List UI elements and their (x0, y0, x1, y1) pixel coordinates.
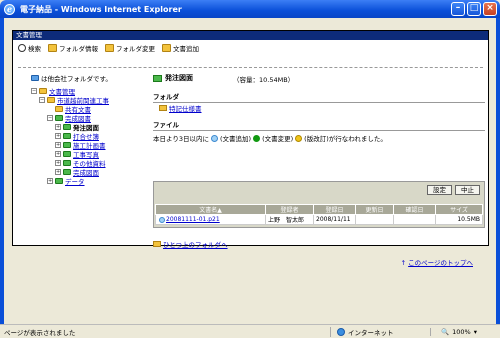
folder-icon (159, 105, 167, 111)
folder-icon (55, 105, 63, 112)
expand-icon[interactable]: + (55, 159, 61, 166)
zoom-control[interactable]: 🔍 100% ▾ (430, 327, 477, 336)
search-icon (18, 44, 26, 52)
close-button[interactable]: × (483, 2, 497, 16)
collapse-icon[interactable]: − (31, 87, 37, 94)
up-folder-link[interactable]: ひとつ上のフォルダへ (153, 239, 228, 249)
doc-management-panel: 文書管理 検索 フォルダ情報 フォルダ変更 文書追加 は他会社フォルダです。 −… (12, 30, 489, 267)
folder-icon (153, 74, 162, 82)
folder-icon (47, 96, 55, 103)
tree-item-data[interactable]: + データ (47, 176, 85, 186)
stop-button[interactable]: 中止 (455, 185, 480, 195)
file-link[interactable]: 20081111-01.p21 (166, 216, 220, 223)
maximize-button[interactable]: □ (467, 2, 481, 16)
folder-icon (63, 132, 71, 139)
document-add-icon (162, 44, 171, 52)
tree-legend: は他会社フォルダです。 (31, 73, 112, 83)
revision-marker-icon (295, 134, 303, 142)
panel-header: 文書管理 (13, 31, 488, 40)
expand-icon[interactable]: + (55, 168, 61, 175)
subfolder-link[interactable]: 特記仕様書 (159, 103, 202, 113)
expand-icon[interactable]: + (55, 150, 61, 157)
window-title: 電子納品 - Windows Internet Explorer (20, 4, 182, 14)
col-size[interactable]: サイズ (435, 204, 483, 215)
expand-icon[interactable]: + (55, 123, 61, 130)
collapse-icon[interactable]: − (39, 96, 45, 103)
minimize-button[interactable]: – (451, 2, 465, 16)
add-marker-icon (211, 134, 219, 142)
file-list: 設定 中止 文書名▲ 登録者 登録日 更新日 確認日 サイズ 20081111-… (153, 181, 485, 228)
page-title: 発注図面 (153, 73, 193, 83)
zoom-icon: 🔍 (441, 327, 450, 336)
search-button[interactable]: 検索 (18, 43, 41, 53)
col-reg[interactable]: 登録日 (313, 204, 356, 215)
file-table: 文書名▲ 登録者 登録日 更新日 確認日 サイズ 20081111-01.p21… (155, 204, 483, 225)
change-marker-icon (253, 134, 261, 142)
folder-info-button[interactable]: フォルダ情報 (48, 43, 98, 53)
folder-icon (63, 123, 71, 130)
expand-icon[interactable]: + (55, 132, 61, 139)
folder-up-icon (153, 241, 161, 247)
folder-change-button[interactable]: フォルダ変更 (105, 43, 155, 53)
divider (18, 67, 483, 68)
status-text: ページが表示されました (4, 328, 76, 337)
arrow-up-icon: ↑ (400, 259, 407, 267)
folder-icon (63, 168, 71, 175)
new-doc-icon (159, 216, 165, 223)
expand-icon[interactable]: + (47, 177, 53, 184)
folder-icon (55, 177, 63, 184)
col-chk[interactable]: 確認日 (393, 204, 436, 215)
col-owner[interactable]: 登録者 (265, 204, 314, 215)
expand-icon[interactable]: + (55, 141, 61, 148)
folder-icon (63, 141, 71, 148)
page-top-link[interactable]: ↑ このページのトップへ (401, 257, 473, 267)
folder-icon (63, 150, 71, 157)
globe-icon (337, 327, 345, 336)
folder-icon (31, 74, 39, 81)
ie-logo-icon: e (4, 3, 15, 15)
doc-add-button[interactable]: 文書追加 (162, 43, 199, 53)
security-zone: インターネット (330, 326, 430, 337)
file-section-heading: ファイル (153, 119, 485, 131)
status-bar: ページが表示されました インターネット 🔍 100% ▾ (0, 324, 500, 338)
capacity-label: （容量：10.54MB） (233, 76, 295, 84)
setting-button[interactable]: 設定 (427, 185, 452, 195)
folder-icon (63, 159, 71, 166)
col-name[interactable]: 文書名▲ (155, 204, 266, 215)
window-titlebar: e 電子納品 - Windows Internet Explorer – □ × (0, 0, 500, 18)
folder-icon (39, 87, 47, 94)
chevron-down-icon[interactable]: ▾ (474, 328, 477, 336)
folder-edit-icon (105, 44, 114, 52)
folder-icon (55, 114, 63, 121)
table-row[interactable]: 20081111-01.p21 上野 智太郎 2008/11/11 10.5MB (155, 214, 483, 225)
folder-section-heading: フォルダ (153, 91, 485, 103)
update-legend: 本日より3日以内に (文書追加) (文書変更) (版改訂)が行なわれました。 (153, 134, 387, 143)
folder-icon (48, 44, 57, 52)
collapse-icon[interactable]: − (47, 114, 53, 121)
toolbar: 検索 フォルダ情報 フォルダ変更 文書追加 (13, 40, 488, 56)
col-upd[interactable]: 更新日 (355, 204, 394, 215)
